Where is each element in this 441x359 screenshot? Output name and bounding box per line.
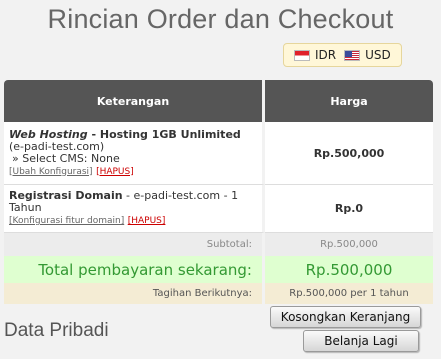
edit-config-link[interactable]: [Ubah Konfigurasi] [9, 167, 93, 177]
remove-hosting-link[interactable]: [HAPUS] [96, 167, 134, 177]
order-table: Keterangan Harga Web Hosting - Hosting 1… [4, 80, 433, 304]
recurring-row: Tagihan Berikutnya: Rp.500,000 per 1 tah… [4, 283, 433, 304]
currency-option-usd[interactable]: USD [344, 48, 391, 62]
recurring-value: Rp.500,000 per 1 tahun [265, 283, 433, 304]
section-title-personal-data: Data Pribadi [4, 320, 109, 341]
total-value: Rp.500,000 [265, 256, 433, 283]
empty-cart-button[interactable]: Kosongkan Keranjang [270, 306, 421, 328]
item-description-domain: Registrasi Domain - e-padi-test.com - 1 … [4, 185, 265, 233]
page-title: Rincian Order dan Checkout [47, 4, 394, 34]
total-row: Total pembayaran sekarang: Rp.500,000 [4, 256, 433, 283]
item-price-hosting: Rp.500,000 [265, 122, 433, 185]
currency-label-idr: IDR [315, 48, 337, 62]
total-label: Total pembayaran sekarang: [4, 256, 265, 283]
item-option: » Select CMS: None [12, 151, 120, 165]
domain-config-link[interactable]: [Konfigurasi fitur domain] [9, 216, 124, 226]
flag-usa-icon [344, 49, 361, 61]
continue-shopping-button[interactable]: Belanja Lagi [303, 330, 419, 352]
table-row: Web Hosting - Hosting 1GB Unlimited (e-p… [4, 122, 433, 185]
subtotal-value: Rp.500,000 [265, 233, 433, 256]
remove-domain-link[interactable]: [HAPUS] [128, 216, 166, 226]
currency-selector: IDR USD [283, 43, 402, 67]
subtotal-label: Subtotal: [4, 233, 265, 256]
item-price-domain: Rp.0 [265, 185, 433, 233]
column-header-price: Harga [265, 80, 433, 122]
item-domain: (e-padi-test.com) [9, 139, 105, 153]
flag-indonesia-icon [294, 49, 310, 61]
table-row: Registrasi Domain - e-padi-test.com - 1 … [4, 185, 433, 233]
currency-label-usd: USD [365, 48, 391, 62]
currency-option-idr[interactable]: IDR [294, 48, 336, 62]
table-header-row: Keterangan Harga [4, 80, 433, 122]
item-product: Hosting 1GB Unlimited [99, 127, 241, 141]
item-description-hosting: Web Hosting - Hosting 1GB Unlimited (e-p… [4, 122, 265, 185]
column-header-description: Keterangan [4, 80, 265, 122]
subtotal-row: Subtotal: Rp.500,000 [4, 233, 433, 256]
recurring-label: Tagihan Berikutnya: [4, 283, 265, 304]
